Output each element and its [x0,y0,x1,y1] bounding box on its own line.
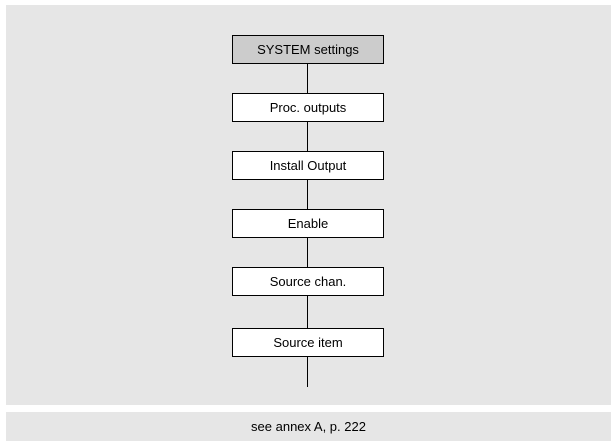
flow-node-source-item: Source item [232,328,384,357]
connector-line [307,238,308,268]
annex-reference: see annex A, p. 222 [6,412,611,441]
connector-line [307,296,308,329]
connector-line [307,180,308,210]
flow-node-install-output: Install Output [232,151,384,180]
connector-line [307,122,308,152]
flow-node-proc-outputs: Proc. outputs [232,93,384,122]
connector-line [307,357,308,387]
flow-node-source-chan: Source chan. [232,267,384,296]
connector-line [307,64,308,94]
flow-node-enable: Enable [232,209,384,238]
flow-node-system-settings: SYSTEM settings [232,35,384,64]
